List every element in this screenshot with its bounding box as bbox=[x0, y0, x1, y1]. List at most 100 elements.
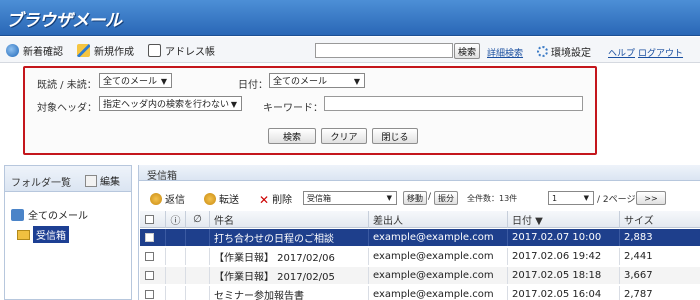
move-target-value: 受信箱 bbox=[307, 193, 331, 203]
delete-x-icon: ✕ bbox=[259, 192, 270, 207]
table-row[interactable]: 打ち合わせの日程のご相談 example@example.com 2017.02.0… bbox=[140, 229, 700, 246]
row-from: example@example.com bbox=[369, 229, 508, 246]
subject-column-header[interactable]: 件名 bbox=[210, 211, 369, 228]
folder-all-mail[interactable]: 全てのメール bbox=[11, 207, 88, 222]
row-subject: 【作業日報】 2017/02/05 bbox=[210, 267, 369, 284]
row-from: example@example.com bbox=[369, 286, 508, 300]
select-all-checkbox[interactable] bbox=[145, 215, 154, 224]
row-select-cell[interactable] bbox=[140, 286, 166, 300]
from-column-header[interactable]: 差出人 bbox=[369, 211, 508, 228]
check-new-button[interactable]: 新着確認 bbox=[6, 43, 63, 58]
edit-label: 編集 bbox=[100, 177, 120, 188]
row-attachment-cell bbox=[186, 229, 210, 246]
size-column-header[interactable]: サイズ bbox=[620, 211, 700, 228]
forward-icon bbox=[204, 192, 216, 205]
select-all-cell[interactable] bbox=[140, 211, 166, 228]
row-checkbox[interactable] bbox=[145, 233, 154, 242]
page-select[interactable]: 1 ▼ bbox=[548, 191, 594, 205]
mail-folder-title: 受信箱 bbox=[139, 165, 700, 182]
header-target-select[interactable]: 指定ヘッダ内の検索を行わない ▼ bbox=[99, 96, 242, 111]
row-subject: 【作業日報】 2017/02/06 bbox=[210, 248, 369, 265]
dispose-button[interactable]: 振分 bbox=[434, 191, 458, 205]
refresh-icon bbox=[6, 44, 19, 57]
logout-link[interactable]: ログアウト bbox=[638, 46, 683, 59]
read-status-value: 全てのメール bbox=[103, 77, 158, 87]
compose-button[interactable]: 新規作成 bbox=[77, 43, 134, 58]
move-target-select[interactable]: 受信箱 ▼ bbox=[303, 191, 397, 205]
row-checkbox[interactable] bbox=[145, 252, 154, 261]
keyword-input[interactable] bbox=[324, 96, 583, 111]
panel-search-button[interactable]: 検索 bbox=[268, 128, 316, 144]
address-book-label: アドレス帳 bbox=[165, 47, 215, 58]
folder-list-title: フォルダ一覧 bbox=[11, 178, 71, 189]
row-date: 2017.02.07 10:00 bbox=[508, 229, 620, 246]
header-target-value: 指定ヘッダ内の検索を行わない bbox=[103, 100, 230, 110]
row-subject: セミナー参加報告書 bbox=[210, 286, 369, 300]
clear-button[interactable]: クリア bbox=[321, 128, 367, 144]
row-size: 2,883 bbox=[624, 232, 653, 243]
row-info-cell bbox=[166, 286, 186, 300]
row-select-cell[interactable] bbox=[140, 267, 166, 284]
table-row[interactable]: 【作業日報】 2017/02/06 example@example.com 2017… bbox=[140, 248, 700, 265]
table-row[interactable]: 【作業日報】 2017/02/05 example@example.com 2017… bbox=[140, 267, 700, 284]
search-button[interactable]: 検索 bbox=[454, 43, 480, 59]
dropdown-arrow-icon: ▼ bbox=[230, 100, 237, 109]
next-page-button[interactable]: >> bbox=[636, 191, 666, 205]
move-button[interactable]: 移動 bbox=[403, 191, 427, 205]
row-from: example@example.com bbox=[369, 267, 508, 284]
page-value: 1 bbox=[552, 193, 558, 203]
address-book-button[interactable]: アドレス帳 bbox=[148, 43, 215, 58]
row-checkbox[interactable] bbox=[145, 290, 154, 299]
compose-label: 新規作成 bbox=[94, 47, 134, 58]
folder-inbox[interactable]: 受信箱 bbox=[17, 226, 69, 243]
dropdown-arrow-icon: ▼ bbox=[386, 194, 392, 202]
row-attachment-cell bbox=[186, 248, 210, 265]
row-from: example@example.com bbox=[369, 248, 508, 265]
row-select-cell[interactable] bbox=[140, 229, 166, 246]
dropdown-arrow-icon: ▼ bbox=[160, 77, 167, 86]
row-subject: 打ち合わせの日程のご相談 bbox=[210, 229, 369, 246]
paperclip-icon: ∅ bbox=[193, 214, 202, 225]
page-total: / 2ページ bbox=[597, 195, 636, 205]
delete-label: 削除 bbox=[272, 195, 293, 206]
edit-folders-button[interactable]: 編集 bbox=[85, 173, 120, 188]
close-panel-button[interactable]: 閉じる bbox=[372, 128, 418, 144]
gear-icon bbox=[537, 46, 548, 57]
info-icon: ⓘ bbox=[170, 216, 181, 227]
folder-inbox-label: 受信箱 bbox=[33, 226, 69, 243]
row-attachment-cell bbox=[186, 286, 210, 300]
delete-button[interactable]: ✕ 削除 bbox=[259, 191, 293, 207]
forward-button[interactable]: 転送 bbox=[204, 191, 239, 206]
row-info-cell bbox=[166, 267, 186, 284]
row-size: 2,441 bbox=[624, 251, 653, 262]
date-select[interactable]: 全てのメール ▼ bbox=[269, 73, 365, 88]
reply-button[interactable]: 返信 bbox=[150, 191, 185, 206]
folder-all-mail-label: 全てのメール bbox=[28, 211, 88, 222]
row-info-cell bbox=[166, 248, 186, 265]
forward-label: 転送 bbox=[219, 195, 239, 206]
row-checkbox[interactable] bbox=[145, 271, 154, 280]
folder-pane: フォルダ一覧 編集 全てのメール 受信箱 bbox=[4, 165, 132, 300]
table-row[interactable]: セミナー参加報告書 example@example.com 2017.02.05 1… bbox=[140, 286, 700, 300]
row-select-cell[interactable] bbox=[140, 248, 166, 265]
header-target-label: 対象ヘッダ： bbox=[37, 103, 97, 114]
date-label: 日付： bbox=[238, 80, 268, 91]
row-date: 2017.02.05 16:04 bbox=[508, 286, 620, 300]
row-attachment-cell bbox=[186, 267, 210, 284]
mail-list-header: ⓘ ∅ 件名 差出人 日付 ▼ サイズ bbox=[140, 211, 700, 228]
date-column-header[interactable]: 日付 ▼ bbox=[508, 211, 620, 228]
reply-icon bbox=[150, 192, 162, 205]
row-info-cell bbox=[166, 229, 186, 246]
search-input[interactable] bbox=[315, 43, 453, 58]
read-status-select[interactable]: 全てのメール ▼ bbox=[99, 73, 172, 88]
advanced-search-link[interactable]: 詳細検索 bbox=[487, 46, 523, 59]
settings-button[interactable]: 環境設定 bbox=[537, 44, 591, 59]
book-icon bbox=[148, 44, 161, 57]
row-size: 2,787 bbox=[624, 289, 653, 300]
edit-icon bbox=[85, 174, 97, 187]
app-title: ブラウザメール bbox=[6, 11, 122, 31]
row-date: 2017.02.05 18:18 bbox=[508, 267, 620, 284]
help-link[interactable]: ヘルプ bbox=[608, 46, 635, 59]
dropdown-arrow-icon: ▼ bbox=[583, 194, 589, 202]
read-status-label: 既読 / 未読： bbox=[37, 80, 97, 91]
